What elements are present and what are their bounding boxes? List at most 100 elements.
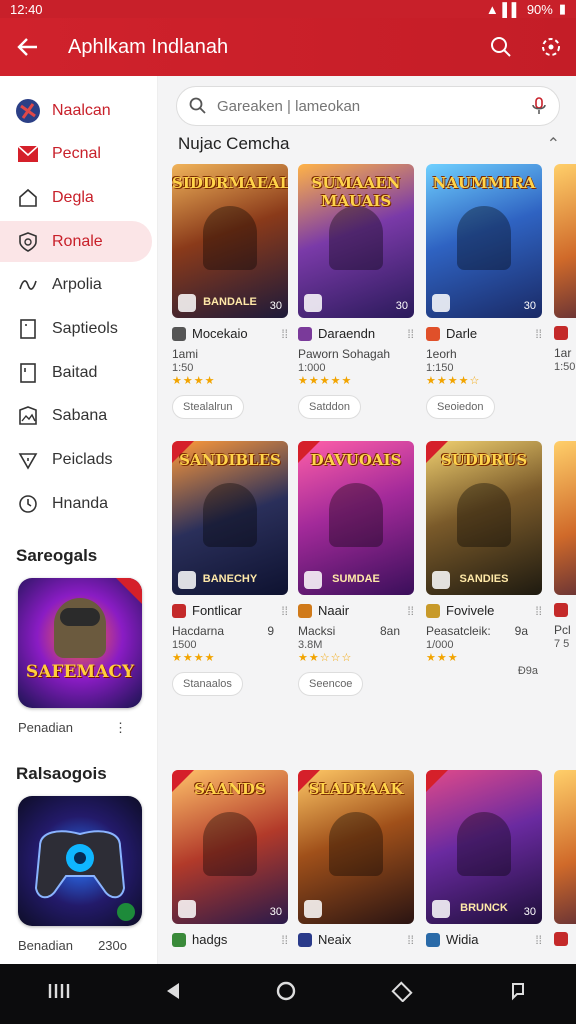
star-rating: ★★★★ [172,652,216,664]
back-icon[interactable] [165,982,181,1006]
game-name: Naair [318,603,350,618]
game-title-row [554,932,576,946]
game-cover[interactable]: SAANDS 30 [172,770,288,924]
character-figure [329,205,383,270]
game-cover[interactable]: SIDDRMAEALKBANDALE30 [172,164,288,318]
star-rating: ★★★★☆ [426,375,481,387]
sidebar-item-saptieols[interactable]: Saptieols [0,308,157,349]
new-badge [426,770,448,792]
sidebar-item-peiclads[interactable]: Peiclads [0,440,157,481]
grid-menu-icon[interactable]: ⁞⁞ [407,604,414,618]
controller-app-card[interactable] [18,796,142,927]
sidebar-item-pecnal[interactable]: Pecnal [0,134,157,175]
sidebar-item-label: Baitad [52,363,98,381]
install-button[interactable]: Seoiedon [426,395,495,419]
character-figure [457,482,511,547]
install-button[interactable]: Stanaalos [172,672,243,696]
image-icon [14,402,42,430]
game-card[interactable]: SLADRAAK Neaix ⁞⁞ [298,770,414,954]
game-card-partial[interactable]: Pcl 7 5 [554,441,576,650]
game-card[interactable]: BRUNCK 30 Widia ⁞⁞ [426,770,542,954]
signal-icon: ▲ ▌▌ [485,1,521,17]
sidebar-item-sabana[interactable]: Sabana [0,396,157,437]
featured-game-card[interactable]: SAFEMACY [18,578,142,709]
star-rating: ★★★ [426,652,459,664]
sidebar-item-baitad[interactable]: Baitad [0,352,157,393]
home-button-icon[interactable] [275,980,297,1008]
game-cover[interactable]: NAUMMIRA 30 [426,164,542,318]
install-button[interactable]: Stealalrun [172,395,244,419]
game-downloads: 1:50 [172,362,194,374]
game-cover[interactable]: BRUNCK 30 [426,770,542,924]
game-developer: Peasatcleik: [426,624,491,638]
game-card[interactable]: SANDIBLES BANECHY Fontlicar ⁞⁞ Hacdarna 9 1500… [172,441,288,696]
sidebar-item-hnanda[interactable]: Hnanda [0,483,157,524]
app-icon [298,932,312,947]
status-time: 12:40 [10,1,43,17]
rotate-icon[interactable] [391,980,413,1008]
grid-menu-icon[interactable]: ⁞⁞ [407,933,414,947]
sidebar-item-label: Hnanda [52,494,109,512]
game-cover[interactable]: SUMAAEN MAUAIS 30 [298,164,414,318]
game-title-row: Mocekaio ⁞⁞ [172,326,288,341]
platform-icon [178,900,196,918]
game-title-row: Naair ⁞⁞ [298,603,414,618]
game-cover-title: SAANDS [194,780,266,798]
install-button[interactable]: Seencoe [298,672,364,696]
rating-badge: 30 [395,300,408,312]
install-button[interactable]: Satddon [298,395,361,419]
more-options-icon[interactable]: ⋮ [114,720,127,736]
game-downloads: 1:50 [554,361,576,373]
search-icon[interactable] [476,18,526,76]
grid-menu-icon[interactable]: ⁞⁞ [281,933,288,947]
controller-app-caption: Benadian [18,938,73,954]
game-card[interactable]: SIDDRMAEALKBANDALE30 Mocekaio ⁞⁞ 1ami1:50★★… [172,164,288,419]
game-cover-title: SIDDRMAEALK [172,174,288,192]
game-card[interactable]: SUMAAEN MAUAIS 30 Daraendn ⁞⁞ Paworn Sohagah… [298,164,414,419]
sidebar-item-label: Ronale [52,232,103,250]
grid-menu-icon[interactable]: ⁞⁞ [535,604,542,618]
grid-menu-icon[interactable]: ⁞⁞ [281,604,288,618]
main-content: Nujac Cemcha ⌃ SIDDRMAEALKBANDALE30 Mocek… [158,76,576,964]
grid-menu-icon[interactable]: ⁞⁞ [407,327,414,341]
settings-icon[interactable] [526,18,576,76]
sidebar-item-naalcan[interactable]: Naalcan [0,90,157,131]
platform-icon [178,571,196,589]
game-title-row: Darle ⁞⁞ [426,326,542,341]
game-extra: Đ9a [517,665,538,677]
game-cover[interactable]: SANDIBLES BANECHY [172,441,288,595]
search-bar[interactable] [176,86,560,126]
search-input[interactable] [217,97,531,115]
recent-apps-icon[interactable] [47,982,71,1006]
game-card[interactable]: DAVUOAIS SUMDAE Naair ⁞⁞ Macksi 8an 3.8M ★★☆☆☆ S… [298,441,414,696]
game-cover-title: NAUMMIRA [432,174,536,192]
assistant-icon[interactable] [507,980,529,1008]
grid-menu-icon[interactable]: ⁞⁞ [281,327,288,341]
game-card[interactable]: SAANDS 30 hadgs ⁞⁞ [172,770,288,954]
game-size: 9a [514,624,528,638]
game-card-partial[interactable]: 1ar 1:50 [554,164,576,373]
game-cover[interactable]: SLADRAAK [298,770,414,924]
game-card-partial[interactable] [554,770,576,953]
game-cover-title: DAVUOAIS [310,451,402,469]
app-bar: Aphlkam Indlanah [0,18,576,76]
game-cover[interactable]: SUDDRUS SANDIES [426,441,542,595]
sidebar-item-degla[interactable]: Degla [0,177,157,218]
game-cover[interactable] [554,441,576,595]
battery-level: 90% [526,1,553,17]
game-card[interactable]: NAUMMIRA 30 Darle ⁞⁞ 1eorh 1:150 ★★★★☆ Seoiedon [426,164,542,419]
grid-menu-icon[interactable]: ⁞⁞ [535,933,542,947]
game-cover[interactable] [554,164,576,318]
back-arrow-icon[interactable] [0,18,56,76]
app-icon [298,326,312,341]
microphone-icon[interactable] [531,96,547,116]
game-cover[interactable] [554,770,576,924]
sidebar-item-ronale[interactable]: Ronale [0,221,152,263]
sidebar-item-arpolia[interactable]: Arpolia [0,265,157,306]
platform-icon [178,294,196,312]
game-developer-row: Peasatcleik: 9a [426,624,542,638]
collapse-icon[interactable]: ⌃ [547,134,560,154]
grid-menu-icon[interactable]: ⁞⁞ [535,327,542,341]
game-card[interactable]: SUDDRUS SANDIES Fovivele ⁞⁞ Peasatcleik: 9a 1/… [426,441,542,677]
game-cover[interactable]: DAVUOAIS SUMDAE [298,441,414,595]
